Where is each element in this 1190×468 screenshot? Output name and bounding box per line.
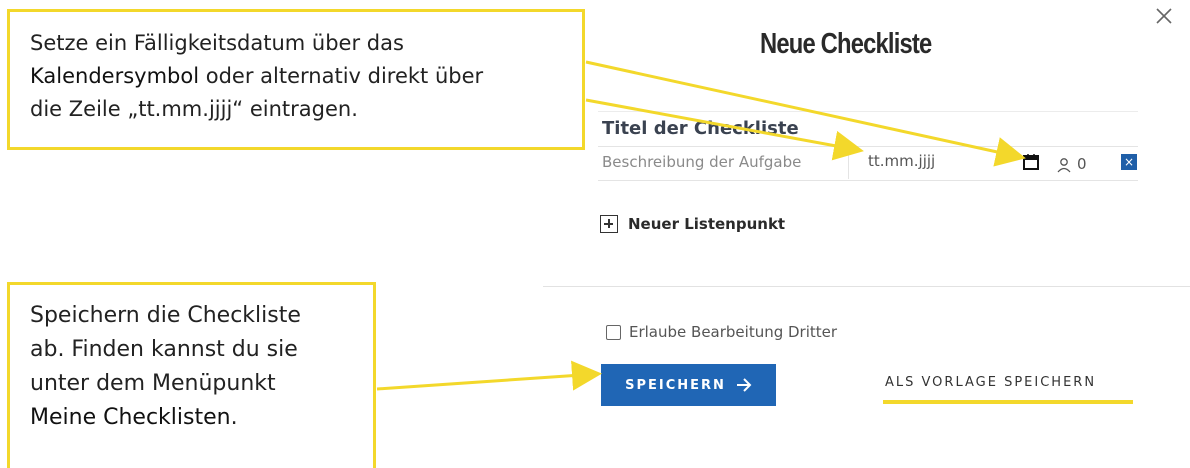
checklist-title-field[interactable]: Titel der Checkliste xyxy=(598,111,1138,147)
save-hint-line-2: ab. Finden kannst du sie xyxy=(30,337,298,362)
remove-task-button[interactable]: × xyxy=(1121,154,1137,170)
calendar-icon[interactable] xyxy=(1022,153,1040,171)
date-hint-callout: Setze ein Fälligkeitsdatum über das Kale… xyxy=(7,9,585,150)
plus-box-icon xyxy=(600,215,618,233)
allow-third-party-editing[interactable]: Erlaube Bearbeitung Dritter xyxy=(606,323,837,341)
save-hint-line-3: unter dem Menüpunkt xyxy=(30,371,276,396)
save-hint-callout: Speichern die Checkliste ab. Finden kann… xyxy=(7,282,376,468)
date-hint-line-2-rest: oder alternativ direkt über xyxy=(205,64,484,88)
save-hint-highlight: Meine Checklisten xyxy=(30,405,231,430)
close-icon xyxy=(1156,8,1172,24)
task-row: Beschreibung der Aufgabe tt.mm.jjjj 0 × xyxy=(598,147,1138,181)
arrow-right-icon xyxy=(736,378,752,392)
allow-editing-label: Erlaube Bearbeitung Dritter xyxy=(629,323,838,341)
save-hint-line-1: Speichern die Checkliste xyxy=(30,303,301,328)
task-description-input[interactable]: Beschreibung der Aufgabe xyxy=(602,153,801,171)
save-button[interactable]: SPEICHERN xyxy=(601,364,776,406)
checklist-title-text: Titel der Checkliste xyxy=(602,118,799,139)
divider xyxy=(543,286,1190,287)
date-hint-line-1: Setze ein Fälligkeitsdatum über das xyxy=(30,31,404,55)
save-as-template-link[interactable]: ALS VORLAGE SPEICHERN xyxy=(885,375,1096,390)
due-date-suffix: jjjj xyxy=(918,152,936,170)
due-date-prefix: tt.mm. xyxy=(868,152,919,170)
assignee-count: 0 xyxy=(1077,155,1087,173)
arrow-to-save-button xyxy=(376,360,602,391)
due-date-input[interactable]: tt.mm.jjjj xyxy=(868,152,935,170)
save-hint-end: . xyxy=(230,405,238,430)
allow-editing-checkbox[interactable] xyxy=(606,324,621,340)
date-hint-highlight: Kalendersymbol xyxy=(30,64,200,88)
template-underline xyxy=(883,400,1133,404)
add-list-item-button[interactable]: Neuer Listenpunkt xyxy=(600,215,785,233)
row-separator xyxy=(848,149,849,179)
add-list-item-label: Neuer Listenpunkt xyxy=(628,215,786,233)
save-button-label: SPEICHERN xyxy=(625,377,726,393)
user-icon[interactable] xyxy=(1056,157,1072,173)
modal-title: Neue Checkliste xyxy=(760,28,932,60)
close-button[interactable] xyxy=(1150,2,1178,30)
date-hint-line-3: die Zeile „tt.mm.jjjj“ eintragen. xyxy=(30,97,358,121)
save-hint-line-4: Meine Checklisten. xyxy=(30,401,373,435)
date-hint-line-2: Kalendersymbol oder alternativ direkt üb… xyxy=(30,60,582,93)
